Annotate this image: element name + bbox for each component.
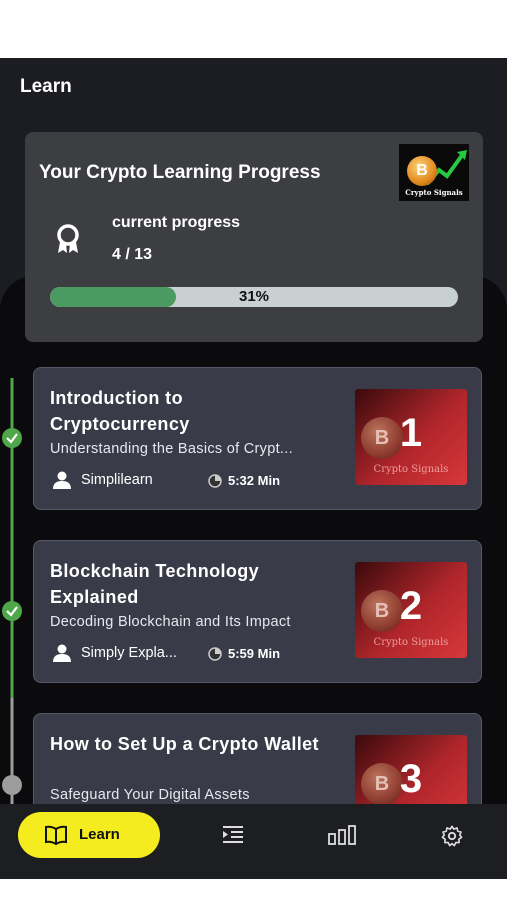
course-title: How to Set Up a Crypto Wallet: [50, 734, 319, 754]
course-timeline: [2, 378, 22, 879]
course-author: Simply Expla...: [81, 645, 177, 661]
bitcoin-coin-icon: B: [407, 156, 437, 186]
course-subtitle: Safeguard Your Digital Assets: [50, 787, 250, 803]
pending-circle-icon: [2, 775, 22, 795]
course-card[interactable]: Introduction to Cryptocurrency Understan…: [33, 367, 482, 510]
progress-count: 4 / 13: [112, 246, 153, 263]
crypto-signals-thumbnail: B Crypto Signals: [399, 144, 469, 201]
progress-card: Your Crypto Learning Progress B Crypto S…: [25, 132, 483, 342]
lesson-number: 2: [399, 584, 423, 628]
progress-bar: 31%: [50, 287, 458, 307]
course-subtitle: Understanding the Basics of Crypt...: [50, 441, 293, 457]
lesson-number: 3: [399, 757, 423, 801]
clock-icon: [208, 474, 222, 488]
thumbnail-caption: Crypto Signals: [405, 188, 463, 197]
user-icon: [53, 471, 71, 489]
check-circle-icon: [2, 428, 22, 448]
course-thumbnail: B 2 Crypto Signals: [355, 562, 467, 658]
thumbnail-caption: Crypto Signals: [373, 637, 449, 648]
course-card[interactable]: Blockchain Technology Explained Decoding…: [33, 540, 482, 683]
clock-icon: [208, 647, 222, 661]
nav-learn-label: Learn: [79, 826, 120, 843]
book-icon: [45, 825, 67, 845]
check-circle-icon: [2, 601, 22, 621]
course-duration: 5:59 Min: [228, 646, 281, 661]
bottom-nav-bar: Learn: [0, 804, 507, 879]
course-thumbnail: B 1 Crypto Signals: [355, 389, 467, 485]
award-badge-icon: [57, 224, 79, 253]
nav-learn-tab[interactable]: Learn: [18, 812, 160, 858]
app-screen: Learn Your Crypto Learning Progress B Cr…: [0, 58, 507, 879]
lesson-number: 1: [399, 411, 423, 455]
progress-label: current progress: [112, 214, 241, 231]
thumbnail-caption: Crypto Signals: [373, 464, 449, 475]
gear-icon[interactable]: [441, 825, 463, 847]
progress-title: Your Crypto Learning Progress: [39, 162, 321, 183]
course-title: Blockchain Technology Explained: [50, 561, 260, 607]
user-icon: [53, 644, 71, 662]
list-indent-icon[interactable]: [221, 825, 245, 845]
progress-percent: 31%: [238, 288, 270, 305]
course-author: Simplilearn: [81, 472, 153, 488]
course-duration: 5:32 Min: [228, 473, 281, 488]
bar-chart-icon[interactable]: [327, 825, 357, 845]
course-subtitle: Decoding Blockchain and Its Impact: [50, 614, 291, 630]
course-title: Introduction to Cryptocurrency: [50, 388, 190, 434]
